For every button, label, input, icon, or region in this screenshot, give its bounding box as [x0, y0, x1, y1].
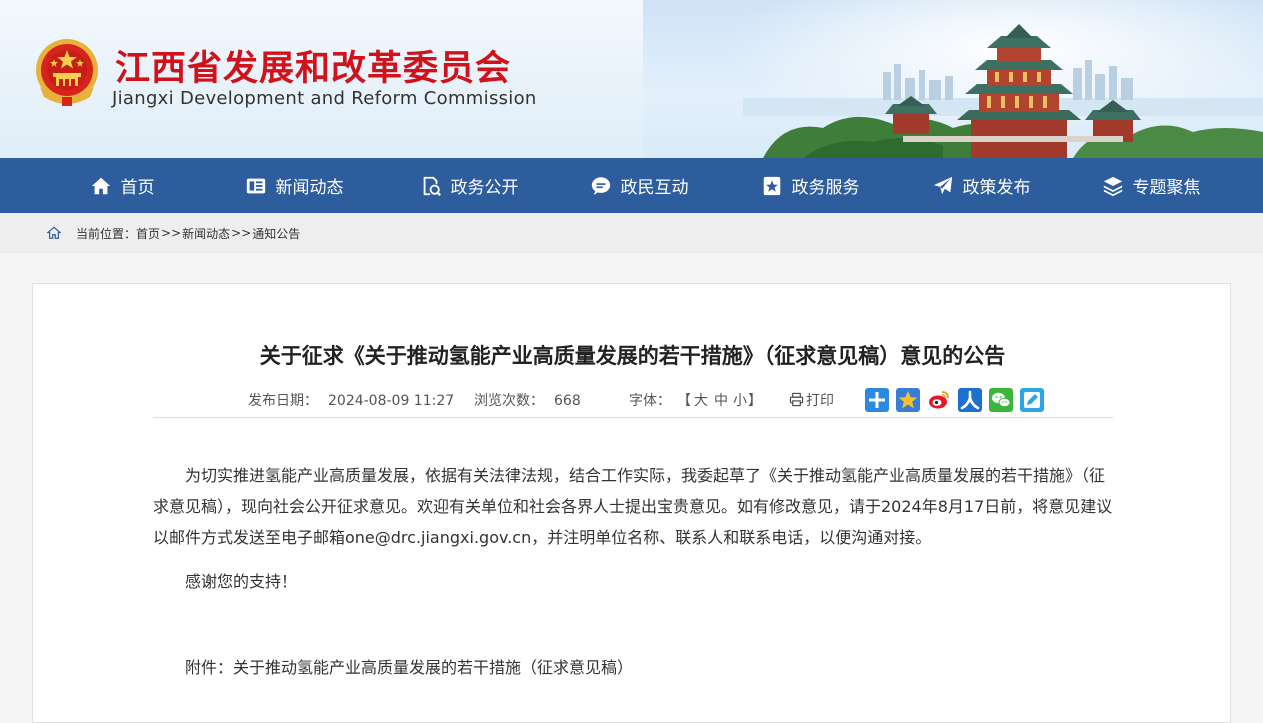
nav-item-government-affairs[interactable]: 政务公开 [384, 158, 554, 213]
nav-item-special-topics[interactable]: 专题聚焦 [1066, 158, 1236, 213]
printer-icon [789, 392, 804, 407]
nav-item-label: 政务公开 [450, 178, 519, 198]
breadcrumb-item-home[interactable]: 首页 [136, 225, 160, 242]
nav-item-policy-release[interactable]: 政策发布 [896, 158, 1066, 213]
font-size-large-button[interactable]: 大 [694, 390, 708, 412]
print-button[interactable]: 打印 [789, 390, 834, 412]
site-title-english: Jiangxi Development and Reform Commissio… [112, 88, 537, 109]
article-title: 关于征求《关于推动氢能产业高质量发展的若干措施》（征求意见稿）意见的公告 [259, 344, 1006, 368]
main-navigation: 首页 新闻动态 政务公开 政民互动 政务服务 政策发布 专题聚焦 [0, 158, 1263, 213]
article-paragraph: 为切实推进氢能产业高质量发展，依据有关法律法规，结合工作实际，我委起草了《关于推… [153, 466, 1113, 547]
font-bracket-close: 】 [748, 393, 762, 409]
article-body: 为切实推进氢能产业高质量发展，依据有关法律法规，结合工作实际，我委起草了《关于推… [153, 460, 1113, 597]
font-size-medium-button[interactable]: 中 [714, 390, 728, 412]
paper-plane-icon [932, 175, 954, 197]
breadcrumb-separator: >> [161, 226, 182, 240]
nav-item-news[interactable]: 新闻动态 [204, 158, 384, 213]
font-size-small-button[interactable]: 小 [733, 390, 747, 412]
breadcrumb-item-notice[interactable]: 通知公告 [252, 225, 300, 242]
home-icon [90, 175, 112, 197]
font-size-label: 字体： [629, 393, 671, 409]
site-header: 江西省发展和改革委员会 Jiangxi Development and Refo… [0, 0, 1263, 158]
nav-item-label: 新闻动态 [275, 178, 344, 198]
wechat-icon[interactable] [989, 388, 1013, 412]
view-count-label: 浏览次数： [474, 393, 544, 409]
article-paragraph: 感谢您的支持！ [185, 572, 298, 591]
nav-item-label: 专题聚焦 [1132, 178, 1201, 198]
weibo-icon[interactable] [927, 388, 951, 412]
star-badge-icon [761, 175, 783, 197]
breadcrumb-prefix: 当前位置： [76, 226, 137, 241]
print-label: 打印 [806, 393, 834, 409]
article-meta: 发布日期： 2024-08-09 11:27 浏览次数： 668 字体： 【 大… [33, 390, 1232, 412]
nav-item-home[interactable]: 首页 [40, 158, 204, 213]
breadcrumb-separator: >> [231, 226, 252, 240]
pavilion-skyline-illustration [743, 24, 1263, 158]
view-count-value: 668 [554, 393, 581, 409]
qzone-star-icon[interactable] [896, 388, 920, 412]
nav-item-label: 政策发布 [962, 178, 1031, 198]
edit-note-icon[interactable] [1020, 388, 1044, 412]
layers-icon [1102, 175, 1124, 197]
publish-date-value: 2024-08-09 11:27 [328, 393, 455, 409]
national-emblem-icon [36, 39, 98, 106]
renren-icon[interactable] [958, 388, 982, 412]
attachment-label: 附件： [185, 658, 234, 677]
attachment-line: 附件：关于推动氢能产业高质量发展的若干措施（征求意见稿） [185, 654, 633, 678]
search-document-icon [420, 175, 442, 197]
nav-item-government-services[interactable]: 政务服务 [724, 158, 896, 213]
chat-bubble-icon [590, 175, 612, 197]
nav-item-label: 政民互动 [620, 178, 689, 198]
nav-item-label: 政务服务 [791, 178, 860, 198]
article-container: 关于征求《关于推动氢能产业高质量发展的若干措施》（征求意见稿）意见的公告 发布日… [32, 283, 1231, 723]
publish-date-label: 发布日期： [248, 393, 318, 409]
nav-item-public-interaction[interactable]: 政民互动 [554, 158, 724, 213]
home-icon [47, 226, 61, 239]
breadcrumb: 当前位置： 首页 >> 新闻动态 >> 通知公告 [0, 213, 1263, 253]
breadcrumb-item-news[interactable]: 新闻动态 [182, 225, 230, 242]
newspaper-icon [245, 175, 267, 197]
nav-item-label: 首页 [120, 178, 155, 198]
site-title-chinese: 江西省发展和改革委员会 [115, 49, 512, 89]
plus-share-icon[interactable] [865, 388, 889, 412]
attachment-link[interactable]: 关于推动氢能产业高质量发展的若干措施（征求意见稿） [233, 658, 633, 677]
meta-divider [153, 417, 1113, 418]
font-bracket-open: 【 [677, 393, 691, 409]
